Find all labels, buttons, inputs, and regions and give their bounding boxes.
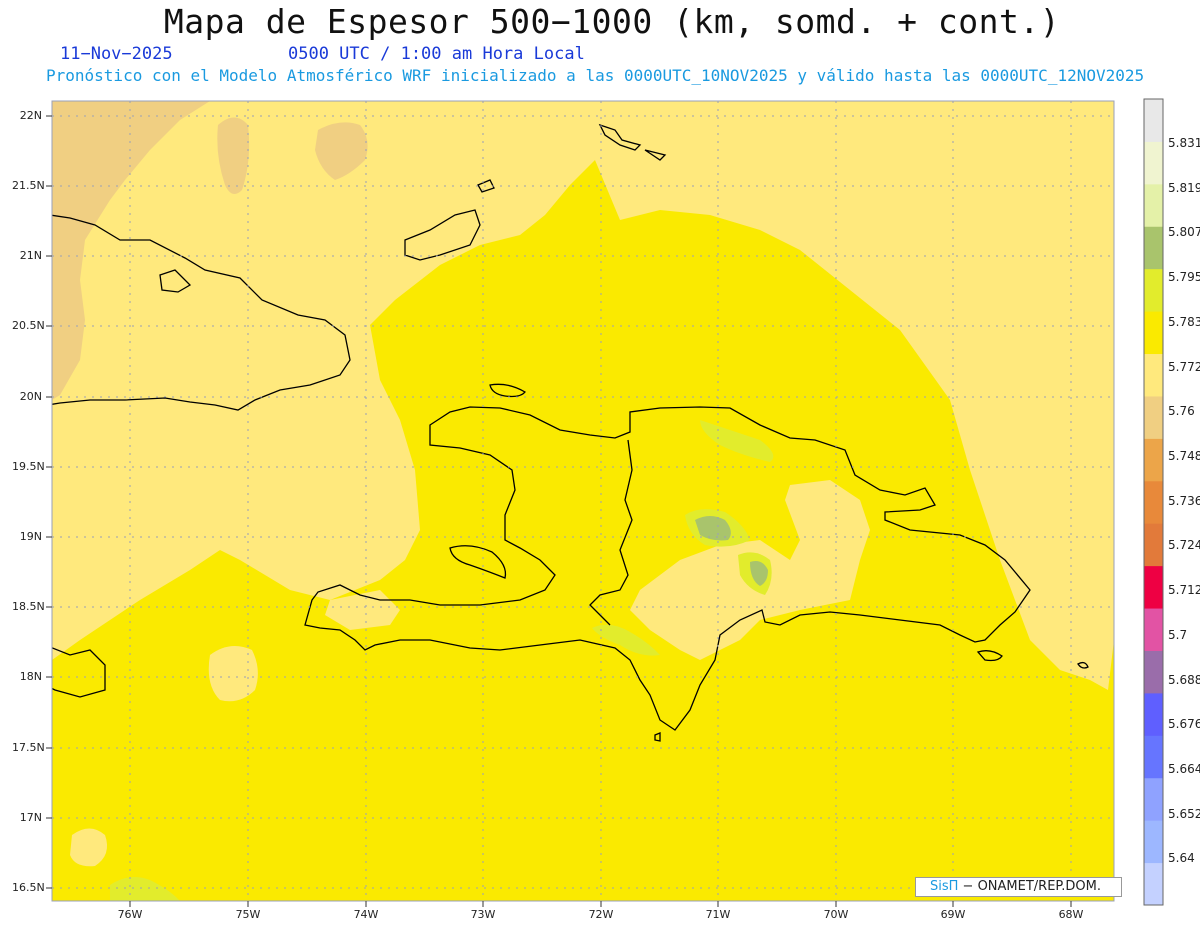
colorbar-swatch bbox=[1144, 183, 1163, 227]
lon-label: 69W bbox=[940, 908, 966, 921]
map-title: Mapa de Espesor 500−1000 (km, somd. + co… bbox=[163, 2, 1061, 41]
lon-label: 68W bbox=[1058, 908, 1084, 921]
colorbar-label: 5.7 bbox=[1168, 628, 1188, 642]
colorbar bbox=[1144, 99, 1163, 906]
colorbar-swatch bbox=[1144, 862, 1163, 906]
lat-label: 17.5N bbox=[12, 741, 45, 754]
lon-label: 74W bbox=[353, 908, 379, 921]
thickness-band-5760-island-south bbox=[208, 646, 258, 702]
weather-map-page: { "header": { "title": "Mapa de Espesor … bbox=[0, 0, 1200, 927]
colorbar-label: 5.664 bbox=[1168, 762, 1200, 776]
colorbar-swatch bbox=[1144, 395, 1163, 439]
lat-label: 18.5N bbox=[12, 600, 45, 613]
colorbar-label: 5.76 bbox=[1168, 404, 1195, 418]
lon-label: 71W bbox=[705, 908, 731, 921]
colorbar-swatch bbox=[1144, 523, 1163, 567]
colorbar-swatch bbox=[1144, 141, 1163, 185]
credit-box: SisΠ − ONAMET/REP.DOM. bbox=[915, 877, 1122, 897]
credit-text: − ONAMET/REP.DOM. bbox=[958, 879, 1101, 894]
lon-label: 75W bbox=[235, 908, 261, 921]
lat-label: 19N bbox=[19, 530, 42, 543]
colorbar-swatch bbox=[1144, 650, 1163, 694]
colorbar-swatch bbox=[1144, 99, 1163, 142]
colorbar-swatch bbox=[1144, 777, 1163, 821]
colorbar-swatch bbox=[1144, 268, 1163, 312]
colorbar-label: 5.724 bbox=[1168, 538, 1200, 552]
colorbar-label: 5.736 bbox=[1168, 494, 1200, 508]
colorbar-swatch bbox=[1144, 565, 1163, 609]
colorbar-swatch bbox=[1144, 353, 1163, 397]
colorbar-label: 5.783 bbox=[1168, 315, 1200, 329]
lon-label: 70W bbox=[823, 908, 849, 921]
sispi-logo-text: SisΠ bbox=[930, 879, 959, 894]
colorbar-label: 5.807 bbox=[1168, 225, 1200, 239]
colorbar-swatch bbox=[1144, 692, 1163, 736]
colorbar-label: 5.748 bbox=[1168, 449, 1200, 463]
lon-label: 76W bbox=[117, 908, 143, 921]
lat-label: 19.5N bbox=[12, 460, 45, 473]
colorbar-swatch bbox=[1144, 438, 1163, 482]
lat-label: 20N bbox=[19, 390, 42, 403]
colorbar-label: 5.795 bbox=[1168, 270, 1200, 284]
colorbar-swatch bbox=[1144, 480, 1163, 524]
colorbar-swatch bbox=[1144, 735, 1163, 779]
colorbar-swatch bbox=[1144, 820, 1163, 864]
colorbar-label: 5.652 bbox=[1168, 807, 1200, 821]
colorbar-label: 5.772 bbox=[1168, 360, 1200, 374]
forecast-info: Pronóstico con el Modelo Atmosférico WRF… bbox=[46, 66, 1145, 85]
colorbar-label: 5.712 bbox=[1168, 583, 1200, 597]
colorbar-label: 5.676 bbox=[1168, 717, 1200, 731]
colorbar-label: 5.831 bbox=[1168, 136, 1200, 150]
lon-label: 73W bbox=[470, 908, 496, 921]
lat-label: 22N bbox=[19, 109, 42, 122]
map-canvas bbox=[46, 98, 1164, 907]
colorbar-label: 5.64 bbox=[1168, 851, 1195, 865]
forecast-date: 11−Nov−2025 bbox=[60, 44, 173, 64]
colorbar-swatch bbox=[1144, 311, 1163, 355]
lat-label: 18N bbox=[19, 670, 42, 683]
colorbar-swatch bbox=[1144, 608, 1163, 651]
colorbar-label: 5.819 bbox=[1168, 181, 1200, 195]
colorbar-swatch bbox=[1144, 226, 1163, 270]
colorbar-label: 5.688 bbox=[1168, 673, 1200, 687]
lat-label: 21N bbox=[19, 249, 42, 262]
forecast-time: 0500 UTC / 1:00 am Hora Local bbox=[288, 44, 585, 64]
lat-label: 16.5N bbox=[12, 881, 45, 894]
lon-label: 72W bbox=[588, 908, 614, 921]
lat-label: 17N bbox=[19, 811, 42, 824]
lat-label: 20.5N bbox=[12, 319, 45, 332]
lat-label: 21.5N bbox=[12, 179, 45, 192]
